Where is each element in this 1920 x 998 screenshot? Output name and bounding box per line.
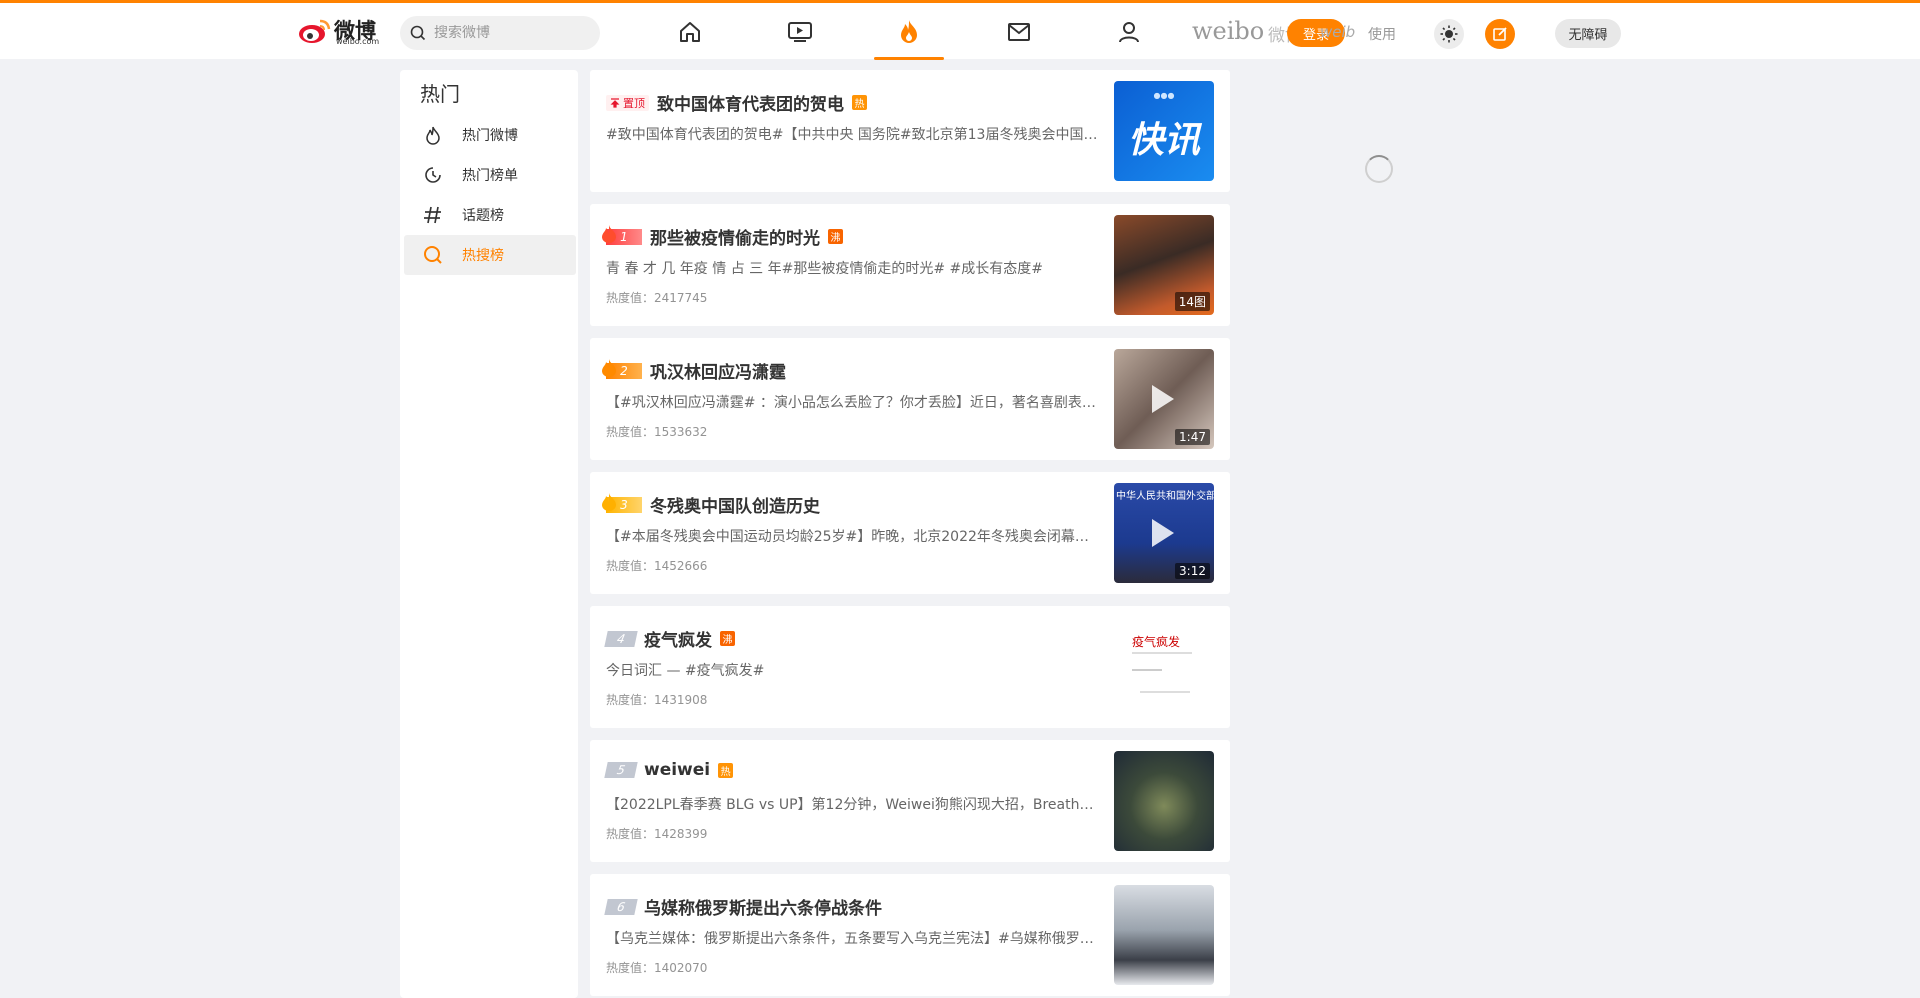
search-icon (410, 25, 426, 41)
sidebar-item-label: 热门榜单 (462, 168, 518, 184)
clock-icon (422, 164, 444, 186)
feed-thumbnail[interactable]: 中华人民共和国外交部 3:12 (1114, 483, 1214, 583)
rank-badge: 5 (604, 762, 638, 778)
search-input[interactable] (434, 25, 584, 41)
thumb-caption: 快讯 (1127, 120, 1200, 161)
image-count: 14图 (1174, 292, 1210, 311)
mail-icon (1008, 23, 1030, 41)
feed-title[interactable]: 巩汉林回应冯潇霆 (650, 358, 786, 383)
top-navbar: 微博 weibo.com 搜索微博 weibo 微博 登录 weib 使用 无障… (0, 0, 1920, 60)
sidebar-title: 热门 (420, 82, 460, 106)
feed-thumbnail[interactable]: 1:47 (1114, 349, 1214, 449)
nav-active-indicator (874, 57, 944, 60)
rank-badge: 2 (602, 358, 642, 379)
feed-title[interactable]: 冬残奥中国队创造历史 (650, 492, 820, 517)
sidebar-item-label: 热门微博 (462, 128, 518, 144)
sidebar-item-hot-search[interactable]: 热搜榜 (404, 235, 576, 275)
feed-desc: 青 春 才 几 年疫 情 占 三 年#那些被疫情偷走的时光# #成长有态度# (606, 261, 1043, 277)
flame-icon (602, 358, 616, 377)
feed-thumbnail[interactable] (1114, 751, 1214, 851)
feed-card-rank-5[interactable]: 5 weiwei 热 【2022LPL春季赛 BLG vs UP】第12分钟，W… (590, 740, 1230, 862)
thumb-caption: 中华人民共和国外交部 (1116, 491, 1214, 502)
flame-icon (602, 224, 616, 243)
sidebar-item-hot-weibo[interactable]: 热门微博 (404, 115, 576, 155)
compose-button[interactable] (1485, 19, 1515, 49)
user-icon (1119, 22, 1139, 43)
flame-icon (602, 492, 616, 511)
video-duration: 1:47 (1175, 429, 1210, 445)
sidebar-item-hot-list[interactable]: 热门榜单 (404, 155, 576, 195)
search-box[interactable] (400, 16, 600, 50)
rank-badge: 6 (604, 898, 638, 915)
feed-thumbnail[interactable]: 疫气疯发 (1114, 617, 1214, 717)
heat-value: 热度值：1431908 (606, 693, 708, 707)
thumb-caption: 疫气疯发 (1132, 635, 1181, 649)
heat-value: 热度值：2417745 (606, 291, 708, 305)
pinned-badge: 置顶 (606, 94, 649, 111)
rank-badge: 3 (602, 492, 642, 513)
home-icon (680, 22, 700, 42)
feed-card-rank-2[interactable]: 2 巩汉林回应冯潇霆 【#巩汉林回应冯潇霆# ：演小品怎么丢脸了？你才丢脸】近日… (590, 338, 1230, 460)
feed-thumbnail[interactable] (1114, 885, 1214, 985)
hashtag-icon (422, 204, 444, 226)
nav-hot[interactable] (894, 17, 924, 47)
nav-video[interactable] (785, 17, 815, 47)
theme-toggle-button[interactable] (1434, 19, 1464, 49)
play-icon (1152, 385, 1174, 413)
heat-value: 热度值：1452666 (606, 559, 708, 573)
feed-title[interactable]: 致中国体育代表团的贺电 (657, 90, 844, 115)
video-duration: 3:12 (1175, 563, 1210, 579)
feed-card-rank-6[interactable]: 6 乌媒称俄罗斯提出六条停战条件 【乌克兰媒体：俄罗斯提出六条条件，五条要写入乌… (590, 874, 1230, 996)
sidebar-item-topics[interactable]: 话题榜 (404, 195, 576, 235)
weibo-italic-ghost: weib (1320, 23, 1356, 41)
hot-badge: 热 (718, 762, 734, 778)
weibo-wordmark-ghost: weibo (1192, 17, 1265, 45)
boil-badge: 沸 (720, 631, 735, 646)
feed-desc: 【2022LPL春季赛 BLG vs UP】第12分钟，Weiwei狗熊闪现大招… (606, 797, 1102, 813)
use-text-ghost: 使用 (1368, 27, 1396, 43)
play-icon (1152, 519, 1174, 547)
weibo-logo[interactable]: 微博 weibo.com (298, 15, 388, 47)
sidebar-item-label: 话题榜 (462, 208, 504, 224)
feed-card-rank-4[interactable]: 4 疫气疯发 沸 今日词汇 — #疫气疯发# 热度值：1431908 疫气疯发 (590, 606, 1230, 728)
feed-card-pinned[interactable]: 置顶 致中国体育代表团的贺电 热 #致中国体育代表团的贺电#【中共中央 国务院#… (590, 70, 1230, 192)
feed-desc: 今日词汇 — #疫气疯发# (606, 663, 765, 679)
weibo-eye-icon (298, 17, 332, 45)
heat-value: 热度值：1402070 (606, 961, 708, 975)
feed-title[interactable]: 疫气疯发 (644, 626, 712, 651)
feed-desc: 【#巩汉林回应冯潇霆# ：演小品怎么丢脸了？你才丢脸】近日，著名喜剧表演艺术家巩… (606, 395, 1102, 411)
feed-card-rank-1[interactable]: 1 那些被疫情偷走的时光 沸 青 春 才 几 年疫 情 占 三 年#那些被疫情偷… (590, 204, 1230, 326)
hot-sidebar: 热门 热门微博 热门榜单 话题榜 热搜榜 (400, 70, 578, 998)
pin-icon (610, 97, 620, 108)
feed-thumbnail[interactable]: ●●● 快讯 (1114, 81, 1214, 181)
hot-badge: 热 (852, 95, 867, 110)
feed-card-rank-3[interactable]: 3 冬残奥中国队创造历史 【#本届冬残奥会中国运动员均龄25岁#】昨晚，北京20… (590, 472, 1230, 594)
feed-thumbnail[interactable]: 14图 (1114, 215, 1214, 315)
feed-desc: #致中国体育代表团的贺电#【中共中央 国务院#致北京第13届冬残奥会中国体育代表… (606, 127, 1102, 143)
heat-value: 热度值：1428399 (606, 827, 708, 841)
feed-desc: 【#本届冬残奥会中国运动员均龄25岁#】昨晚，北京2022年冬残奥会闭幕。中国代… (606, 529, 1102, 545)
nav-profile[interactable] (1114, 17, 1144, 47)
rank-badge: 1 (602, 224, 642, 245)
flame-icon (901, 20, 917, 43)
feed-desc: 【乌克兰媒体：俄罗斯提出六条条件，五条要写入乌克兰宪法】#乌媒称俄罗斯提出六条停… (606, 931, 1102, 947)
feed-title[interactable]: 那些被疫情偷走的时光 (650, 224, 820, 249)
video-icon (788, 22, 812, 42)
search-ring-icon (422, 244, 444, 266)
edit-icon (1493, 27, 1507, 41)
sidebar-item-label: 热搜榜 (462, 248, 504, 264)
rank-badge: 4 (604, 630, 638, 647)
accessibility-button[interactable]: 无障碍 (1555, 19, 1621, 48)
loading-spinner-icon (1365, 155, 1393, 183)
heat-value: 热度值：1533632 (606, 425, 708, 439)
boil-badge: 沸 (828, 229, 843, 244)
logo-sub: weibo.com (336, 37, 380, 46)
feed-title[interactable]: 乌媒称俄罗斯提出六条停战条件 (644, 894, 882, 919)
sun-icon (1440, 25, 1458, 43)
nav-messages[interactable] (1004, 17, 1034, 47)
flame-outline-icon (422, 124, 444, 146)
nav-home[interactable] (675, 17, 705, 47)
feed-title[interactable]: weiwei (644, 760, 710, 780)
